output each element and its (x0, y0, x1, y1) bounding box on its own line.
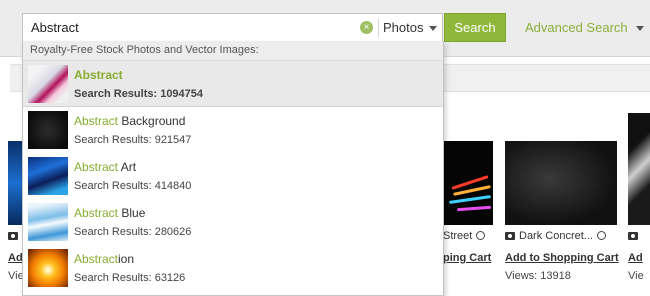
zoom-icon[interactable] (596, 231, 606, 240)
views-count: Vie (628, 270, 644, 282)
suggestion-title: Abstract Art (74, 160, 136, 174)
search-button[interactable]: Search (444, 13, 506, 42)
add-to-cart-link[interactable]: ping Cart (443, 252, 491, 264)
suggestion-item[interactable]: Abstract Blue Search Results: 280626 (23, 199, 443, 245)
suggestion-match: Abstract (74, 160, 119, 174)
suggestion-thumbnail (28, 157, 68, 195)
chevron-down-icon (635, 26, 644, 32)
views-count: Views: 13918 (505, 270, 571, 282)
autocomplete-dropdown: Royalty-Free Stock Photos and Vector Ima… (22, 41, 444, 296)
result-thumbnail[interactable] (505, 141, 617, 225)
clear-circle-icon[interactable]: × (360, 21, 373, 34)
camera-icon (505, 232, 515, 240)
light-streak (448, 195, 492, 204)
suggestion-match: Abstract (74, 114, 119, 128)
suggestion-rest: Background (118, 114, 186, 128)
result-thumbnail[interactable] (628, 113, 650, 225)
result-thumbnail[interactable] (443, 141, 493, 225)
camera-icon (8, 232, 18, 240)
suggestion-title: Abstract Blue (74, 206, 145, 220)
suggestion-rest: Blue (118, 206, 146, 220)
search-divider (378, 19, 379, 37)
suggestion-match: Abstract (74, 252, 119, 266)
suggestion-count: Search Results: 280626 (74, 226, 192, 238)
light-streak (456, 205, 492, 212)
dropdown-header: Royalty-Free Stock Photos and Vector Ima… (23, 41, 443, 61)
camera-icon (628, 232, 638, 240)
suggestion-match: Abstract (74, 68, 123, 82)
add-to-cart-link[interactable]: Add to Shopping Cart (505, 252, 619, 264)
suggestion-thumbnail (28, 111, 68, 149)
card-title[interactable]: Street (443, 230, 472, 242)
suggestion-title: Abstraction (74, 252, 134, 266)
suggestion-thumbnail (28, 203, 68, 241)
suggestion-rest: Art (118, 160, 137, 174)
suggestion-count: Search Results: 414840 (74, 180, 192, 192)
advanced-search-label: Advanced Search (525, 20, 628, 35)
suggestion-item[interactable]: Abstract Art Search Results: 414840 (23, 153, 443, 199)
content-type-select[interactable]: Photos (383, 14, 443, 41)
search-box[interactable]: × Photos (22, 13, 443, 42)
suggestion-count: Search Results: 1094754 (74, 88, 204, 100)
suggestion-title: Abstract Background (74, 114, 185, 128)
suggestion-count: Search Results: 921547 (74, 134, 192, 146)
add-to-cart-link[interactable]: Ad (628, 252, 643, 264)
chevron-down-icon (429, 26, 438, 32)
suggestion-title: Abstract (74, 68, 123, 82)
card-caption: Dark Concret... (505, 230, 606, 242)
content-type-label: Photos (383, 20, 424, 35)
result-thumbnail[interactable] (8, 141, 22, 225)
search-input[interactable] (31, 14, 361, 41)
advanced-search-link[interactable]: Advanced Search (525, 20, 644, 35)
suggestion-count: Search Results: 63126 (74, 272, 186, 284)
suggestion-match: Abstract (74, 206, 119, 220)
suggestion-thumbnail (28, 249, 68, 287)
card-caption (8, 230, 22, 242)
card-caption: Street (443, 230, 486, 242)
zoom-icon[interactable] (476, 231, 486, 240)
suggestion-rest: ion (118, 252, 135, 266)
suggestion-item[interactable]: Abstract Background Search Results: 9215… (23, 107, 443, 153)
suggestion-item[interactable]: Abstract Search Results: 1094754 (23, 61, 443, 107)
card-title[interactable]: Dark Concret... (519, 230, 593, 242)
suggestion-item[interactable]: Abstraction Search Results: 63126 (23, 245, 443, 291)
card-caption (628, 230, 642, 242)
suggestion-thumbnail (28, 65, 68, 103)
